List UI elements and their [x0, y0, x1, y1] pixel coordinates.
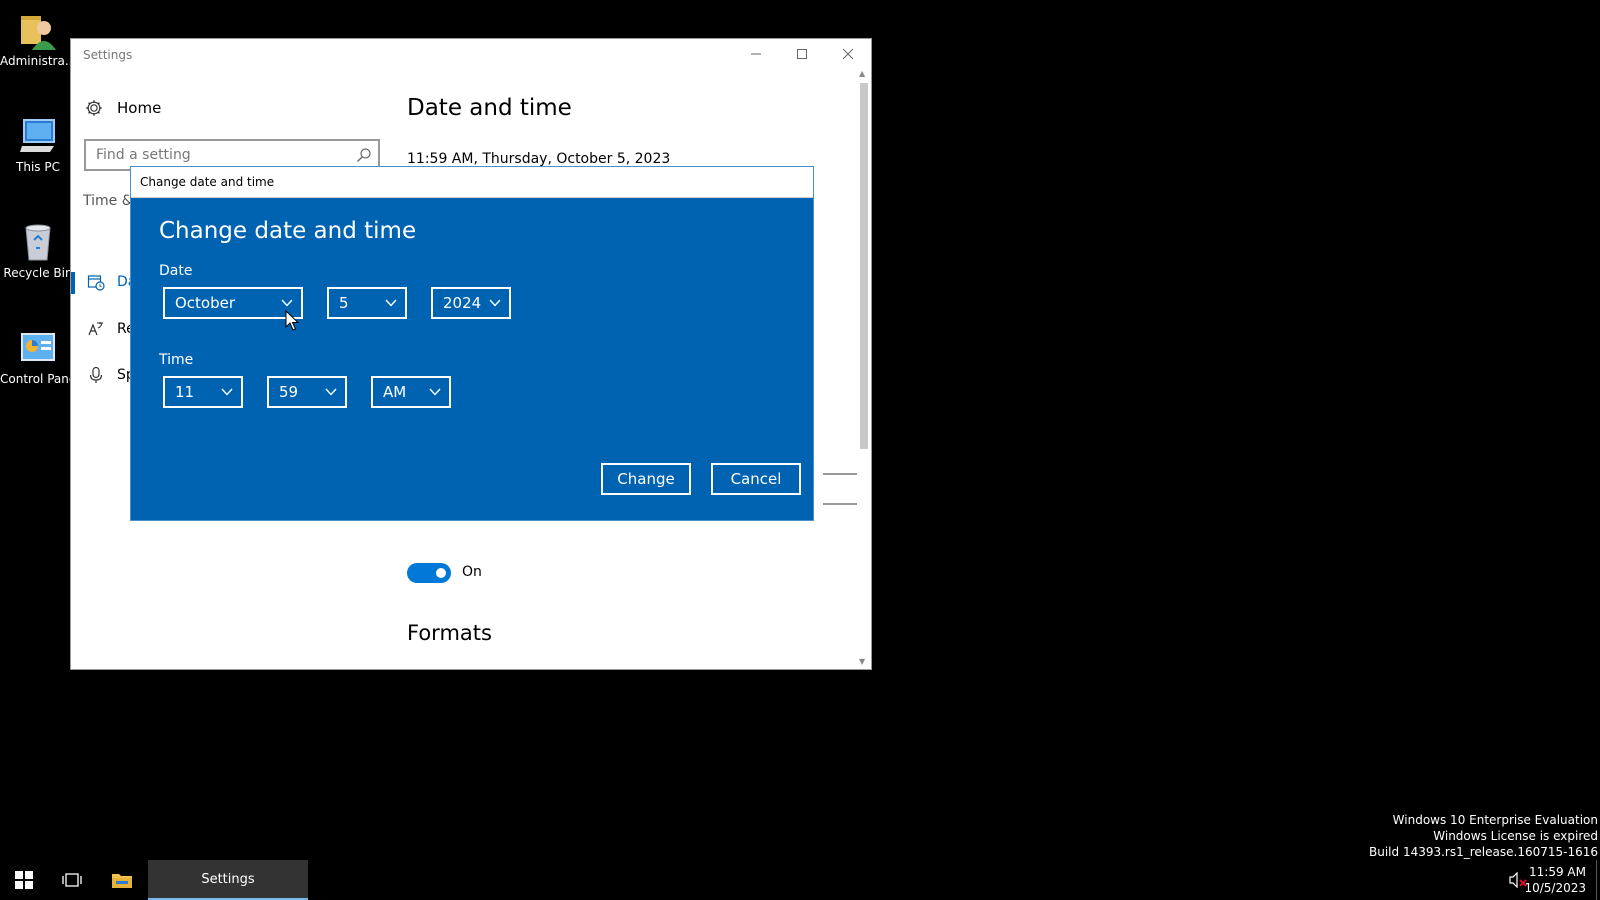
- minimize-button[interactable]: [733, 39, 779, 69]
- desktop-icon-label: Administra...: [0, 54, 76, 68]
- microphone-icon: [89, 366, 103, 383]
- home-label: Home: [117, 99, 162, 117]
- day-value: 5: [339, 294, 349, 312]
- cancel-button[interactable]: Cancel: [711, 463, 801, 495]
- desktop: Administra... This PC Recycle Bin Contro…: [0, 0, 1600, 860]
- watermark-license: Windows License is expired: [1433, 829, 1598, 843]
- chevron-down-icon: [429, 388, 441, 396]
- gear-icon: [86, 100, 102, 116]
- day-dropdown[interactable]: 5: [327, 287, 407, 319]
- folder-icon: [112, 874, 132, 888]
- clock-time: 11:59 AM: [1529, 865, 1586, 879]
- month-dropdown[interactable]: October: [163, 287, 303, 319]
- sidebar-section-label: Time &: [83, 193, 133, 209]
- minimize-icon: [751, 53, 761, 55]
- recycle-bin-icon: [18, 222, 58, 262]
- minute-dropdown[interactable]: 59: [267, 376, 347, 408]
- ampm-dropdown[interactable]: AM: [371, 376, 451, 408]
- scroll-down-icon[interactable]: ▼: [859, 657, 865, 666]
- mouse-cursor-icon: [285, 310, 299, 331]
- dialog-heading: Change date and time: [159, 218, 417, 244]
- dialog-titlebar[interactable]: Change date and time: [131, 167, 813, 198]
- current-datetime: 11:59 AM, Thursday, October 5, 2023: [407, 151, 671, 167]
- toggle-state-label: On: [462, 564, 482, 580]
- watermark-edition: Windows 10 Enterprise Evaluation: [1392, 813, 1598, 827]
- sidebar-item-speech[interactable]: Sp: [71, 357, 135, 393]
- settings-scrollbar[interactable]: ▲ ▼: [857, 69, 871, 669]
- hour-value: 11: [175, 383, 195, 401]
- close-button[interactable]: [825, 39, 871, 69]
- clock-date: 10/5/2023: [1524, 881, 1586, 895]
- window-title: Settings: [83, 48, 133, 62]
- desktop-icon-label: Recycle Bin: [3, 266, 73, 280]
- desktop-icon-recycle-bin[interactable]: Recycle Bin: [0, 222, 76, 280]
- taskbar: Settings 11:59 AM 10/5/2023: [0, 860, 1600, 900]
- computer-icon: [18, 116, 58, 156]
- file-explorer-button[interactable]: [98, 860, 146, 900]
- month-value: October: [175, 294, 236, 312]
- windows-logo-icon: [15, 871, 33, 889]
- taskbar-clock[interactable]: 11:59 AM 10/5/2023: [1524, 864, 1586, 896]
- change-button[interactable]: Change: [601, 463, 691, 495]
- taskbar-settings-app[interactable]: Settings: [148, 860, 308, 900]
- timezone-dropdown[interactable]: [823, 473, 857, 505]
- home-link[interactable]: Home: [85, 99, 161, 117]
- minute-value: 59: [279, 383, 299, 401]
- desktop-icon-label: This PC: [16, 160, 60, 174]
- desktop-icon-this-pc[interactable]: This PC: [0, 116, 76, 174]
- year-dropdown[interactable]: 2024: [431, 287, 511, 319]
- first-day-of-week-label: First day of week:: [407, 673, 531, 689]
- set-time-automatically-toggle[interactable]: [407, 563, 451, 583]
- desktop-icon-administrator[interactable]: Administra...: [0, 10, 76, 68]
- time-label: Time: [159, 352, 194, 368]
- maximize-button[interactable]: [779, 39, 825, 69]
- scrollbar-thumb[interactable]: [860, 83, 868, 449]
- region-language-icon: [88, 322, 103, 336]
- scroll-up-icon[interactable]: ▲: [859, 69, 865, 78]
- user-folder-icon: [18, 10, 58, 50]
- desktop-icon-label: Control Panel: [0, 372, 76, 386]
- search-icon[interactable]: [356, 147, 372, 163]
- chevron-down-icon: [221, 388, 233, 396]
- close-icon: [842, 48, 854, 60]
- windows-watermark: Windows 10 Enterprise Evaluation Windows…: [1369, 812, 1598, 860]
- task-view-icon: [62, 873, 82, 887]
- desktop-icon-control-panel[interactable]: Control Panel: [0, 328, 76, 386]
- change-date-time-dialog: Change date and time Change date and tim…: [130, 166, 814, 521]
- start-button[interactable]: [0, 860, 48, 900]
- chevron-down-icon: [325, 388, 337, 396]
- chevron-down-icon: [281, 299, 293, 307]
- sidebar-item-region-language[interactable]: Re: [71, 311, 135, 347]
- year-value: 2024: [443, 294, 482, 312]
- show-desktop-button[interactable]: [1596, 860, 1600, 900]
- page-title: Date and time: [407, 95, 572, 121]
- control-panel-icon: [18, 328, 58, 368]
- date-time-icon: [87, 275, 105, 291]
- chevron-down-icon: [489, 299, 501, 307]
- watermark-build: Build 14393.rs1_release.160715-1616: [1369, 845, 1598, 859]
- ampm-value: AM: [383, 383, 407, 401]
- search-input[interactable]: Find a setting: [96, 147, 191, 163]
- task-view-button[interactable]: [48, 860, 96, 900]
- first-day-of-week-value: Sunday: [545, 673, 598, 689]
- maximize-icon: [797, 49, 807, 59]
- formats-heading: Formats: [407, 621, 492, 645]
- chevron-down-icon: [385, 299, 397, 307]
- date-label: Date: [159, 263, 193, 279]
- dialog-window-title: Change date and time: [140, 175, 275, 189]
- settings-titlebar[interactable]: Settings: [71, 39, 871, 69]
- sidebar-item-date-time[interactable]: Da: [71, 264, 136, 300]
- hour-dropdown[interactable]: 11: [163, 376, 243, 408]
